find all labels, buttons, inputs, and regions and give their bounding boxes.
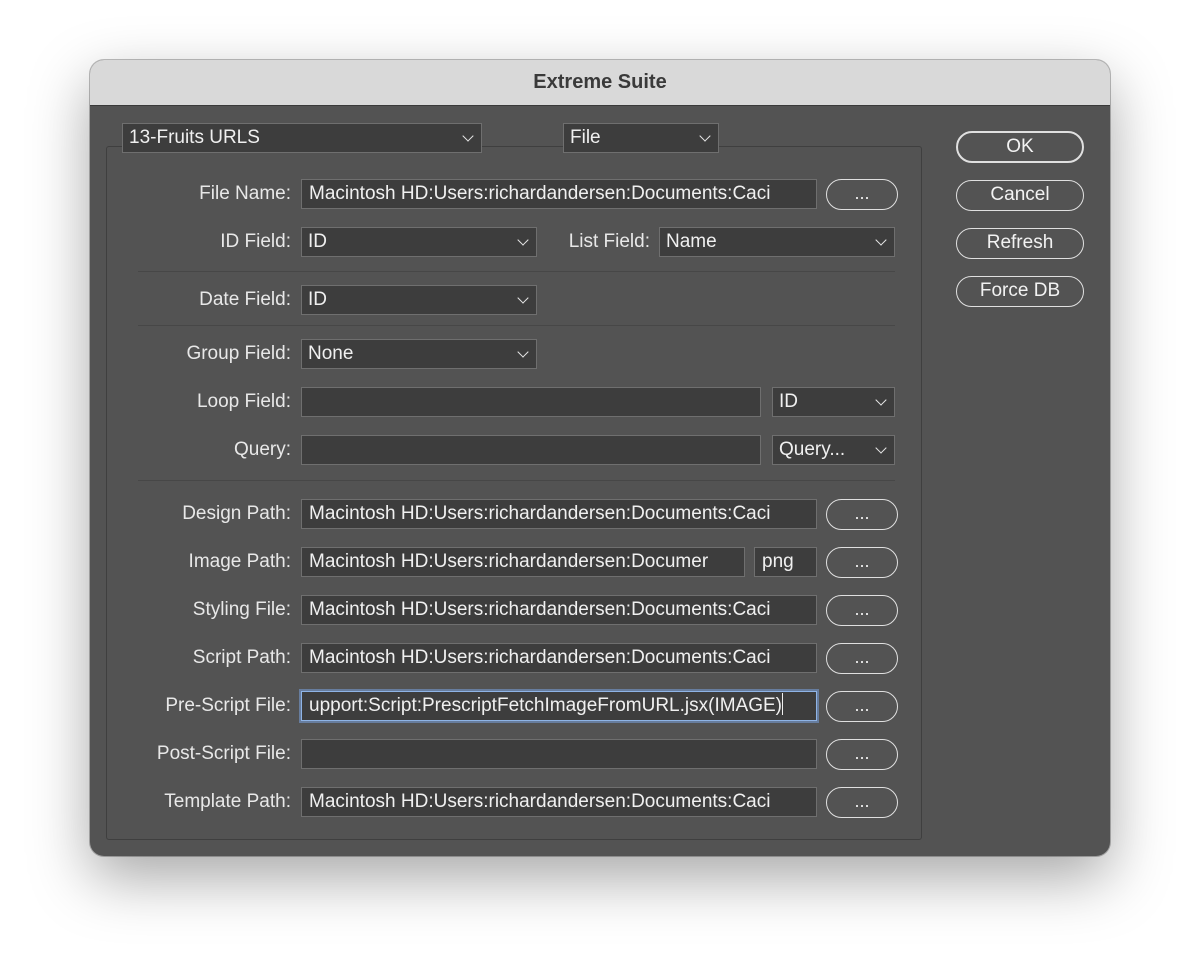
window-title: Extreme Suite [533, 71, 667, 93]
loop-field-input[interactable] [301, 387, 761, 417]
image-path-label: Image Path: [188, 551, 291, 572]
force-db-button[interactable]: Force DB [956, 276, 1084, 307]
chevron-down-icon [462, 130, 474, 142]
dataset-select[interactable]: 13-Fruits URLS [122, 123, 482, 153]
script-path-label: Script Path: [192, 647, 291, 668]
postscript-file-field[interactable] [301, 739, 817, 769]
loop-field-select[interactable]: ID [772, 387, 895, 417]
cancel-button[interactable]: Cancel [956, 180, 1084, 211]
date-field-select[interactable]: ID [301, 285, 537, 315]
list-field-value: Name [666, 231, 717, 252]
chevron-down-icon [875, 394, 887, 406]
refresh-button[interactable]: Refresh [956, 228, 1084, 259]
query-select[interactable]: Query... [772, 435, 895, 465]
list-field-select[interactable]: Name [659, 227, 895, 257]
design-path-field[interactable]: Macintosh HD:Users:richardandersen:Docum… [301, 499, 817, 529]
query-label: Query: [233, 439, 291, 460]
prescript-file-value: upport:Script:PrescriptFetchImageFromURL… [309, 695, 783, 716]
dataset-select-value: 13-Fruits URLS [129, 127, 260, 148]
postscript-file-label: Post-Script File: [156, 743, 291, 764]
file-name-label: File Name: [199, 183, 291, 204]
chevron-down-icon [517, 346, 529, 358]
divider [138, 480, 895, 481]
list-field-label: List Field: [568, 231, 650, 252]
divider [138, 325, 895, 326]
chevron-down-icon [517, 292, 529, 304]
ok-button[interactable]: OK [956, 131, 1084, 163]
template-path-browse-button[interactable]: ... [826, 787, 898, 818]
styling-file-field[interactable]: Macintosh HD:Users:richardandersen:Docum… [301, 595, 817, 625]
source-type-value: File [570, 127, 601, 148]
divider [138, 271, 895, 272]
group-field-select[interactable]: None [301, 339, 537, 369]
date-field-value: ID [308, 289, 327, 310]
text-caret [782, 693, 784, 715]
loop-field-select-value: ID [779, 391, 798, 412]
chevron-down-icon [517, 234, 529, 246]
file-name-field[interactable]: Macintosh HD:Users:richardandersen:Docum… [301, 179, 817, 209]
template-path-label: Template Path: [164, 791, 291, 812]
query-select-value: Query... [779, 439, 846, 460]
id-field-value: ID [308, 231, 327, 252]
script-path-field[interactable]: Macintosh HD:Users:richardandersen:Docum… [301, 643, 817, 673]
image-path-browse-button[interactable]: ... [826, 547, 898, 578]
chevron-down-icon [875, 234, 887, 246]
id-field-label: ID Field: [220, 231, 291, 252]
group-field-label: Group Field: [186, 343, 291, 364]
template-path-field[interactable]: Macintosh HD:Users:richardandersen:Docum… [301, 787, 817, 817]
id-field-select[interactable]: ID [301, 227, 537, 257]
postscript-file-browse-button[interactable]: ... [826, 739, 898, 770]
loop-field-label: Loop Field: [196, 391, 291, 412]
group-field-value: None [308, 343, 354, 364]
file-name-browse-button[interactable]: ... [826, 179, 898, 210]
source-type-select[interactable]: File [563, 123, 719, 153]
image-path-field[interactable]: Macintosh HD:Users:richardandersen:Docum… [301, 547, 745, 577]
chevron-down-icon [699, 130, 711, 142]
date-field-label: Date Field: [199, 289, 291, 310]
image-extension-field[interactable]: png [754, 547, 817, 577]
query-input[interactable] [301, 435, 761, 465]
title-bar: Extreme Suite [90, 60, 1110, 106]
styling-file-label: Styling File: [192, 599, 291, 620]
prescript-file-browse-button[interactable]: ... [826, 691, 898, 722]
styling-file-browse-button[interactable]: ... [826, 595, 898, 626]
design-path-browse-button[interactable]: ... [826, 499, 898, 530]
prescript-file-field[interactable]: upport:Script:PrescriptFetchImageFromURL… [301, 691, 817, 721]
design-path-label: Design Path: [182, 503, 291, 524]
script-path-browse-button[interactable]: ... [826, 643, 898, 674]
prescript-file-label: Pre-Script File: [165, 695, 291, 716]
chevron-down-icon [875, 442, 887, 454]
